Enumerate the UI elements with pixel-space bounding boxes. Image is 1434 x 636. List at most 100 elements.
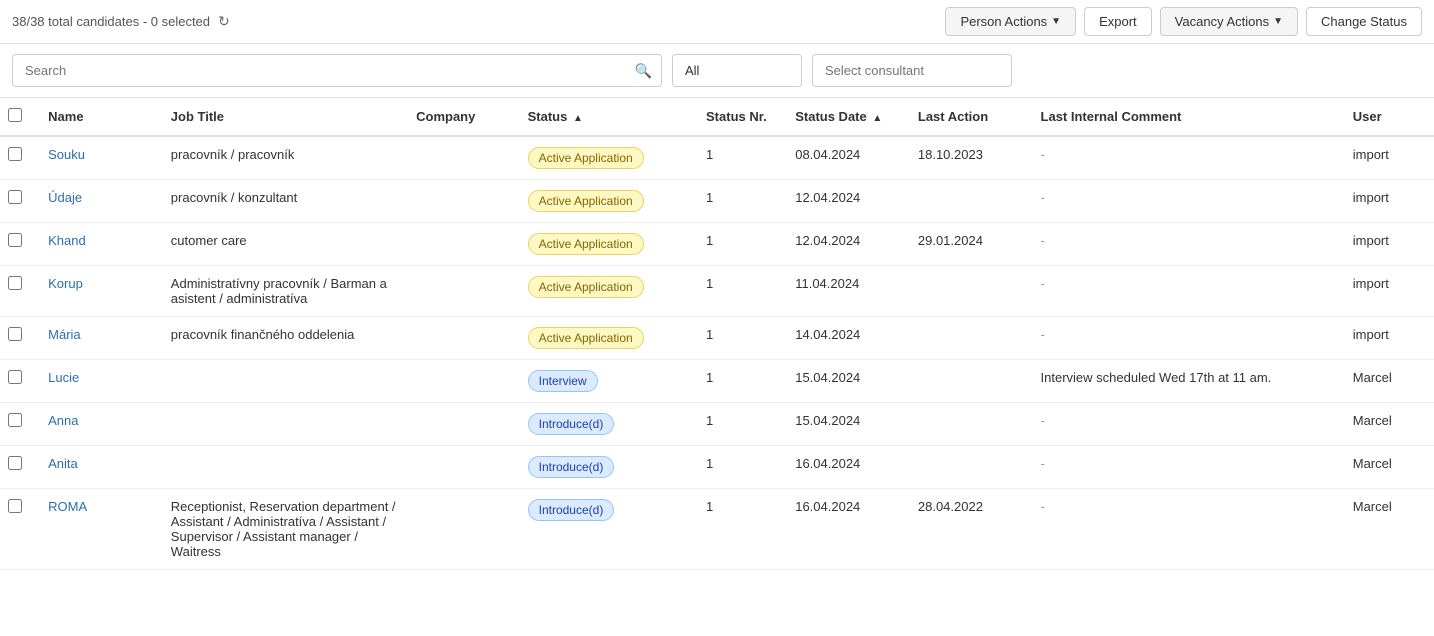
candidate-statusdate: 08.04.2024 (787, 136, 910, 180)
candidate-user: Marcel (1345, 360, 1434, 403)
candidate-company (408, 266, 520, 317)
search-wrapper: 🔍 (12, 54, 662, 87)
candidate-statusnr: 1 (698, 489, 787, 570)
table-row: AnnaIntroduce(d)115.04.2024-Marcel (0, 403, 1434, 446)
status-badge: Active Application (528, 190, 644, 212)
table-row: Souku pracovník / pracovník Active Applica… (0, 136, 1434, 180)
search-input[interactable] (12, 54, 662, 87)
candidate-jobtitle: Administratívny pracovník / Barman a asi… (163, 266, 408, 317)
row-checkbox[interactable] (8, 499, 22, 513)
candidate-name-link[interactable]: Anna (48, 413, 78, 428)
filter-all-input[interactable] (672, 54, 802, 87)
row-checkbox[interactable] (8, 327, 22, 341)
select-all-checkbox[interactable] (8, 108, 22, 122)
candidate-name-link[interactable]: Lucie (48, 370, 79, 385)
candidate-company (408, 223, 520, 266)
table-row: Korup Administratívny pracovník / Barman … (0, 266, 1434, 317)
candidate-statusnr: 1 (698, 223, 787, 266)
candidates-table-wrapper: Name Job Title Company Status ▲ Status N… (0, 98, 1434, 570)
candidate-statusnr: 1 (698, 266, 787, 317)
row-checkbox[interactable] (8, 276, 22, 290)
candidate-status: Interview (520, 360, 698, 403)
candidate-comment: - (1033, 266, 1345, 317)
candidate-statusdate: 16.04.2024 (787, 489, 910, 570)
row-checkbox[interactable] (8, 456, 22, 470)
candidate-statusdate: 15.04.2024 (787, 403, 910, 446)
header-name[interactable]: Name (40, 98, 163, 136)
status-badge: Active Application (528, 233, 644, 255)
sort-icon: ▲ (573, 113, 583, 124)
candidate-name-link[interactable]: Údaje (48, 190, 82, 205)
candidate-name-link[interactable]: Anita (48, 456, 78, 471)
candidate-jobtitle: Receptionist, Reservation department / A… (163, 489, 408, 570)
status-badge: Introduce(d) (528, 499, 615, 521)
candidate-statusdate: 15.04.2024 (787, 360, 910, 403)
candidate-statusdate: 12.04.2024 (787, 180, 910, 223)
candidate-user: Marcel (1345, 489, 1434, 570)
candidate-statusnr: 1 (698, 317, 787, 360)
candidate-company (408, 317, 520, 360)
header-jobtitle[interactable]: Job Title (163, 98, 408, 136)
candidate-jobtitle: cutomer care (163, 223, 408, 266)
header-status[interactable]: Status ▲ (520, 98, 698, 136)
chevron-down-icon: ▼ (1051, 16, 1061, 27)
top-bar: 38/38 total candidates - 0 selected ↻ Pe… (0, 0, 1434, 44)
candidate-comment: - (1033, 180, 1345, 223)
candidate-status: Active Application (520, 136, 698, 180)
header-company[interactable]: Company (408, 98, 520, 136)
status-badge: Introduce(d) (528, 413, 615, 435)
candidates-table: Name Job Title Company Status ▲ Status N… (0, 98, 1434, 570)
header-comment[interactable]: Last Internal Comment (1033, 98, 1345, 136)
row-checkbox[interactable] (8, 233, 22, 247)
table-row: LucieInterview115.04.2024Interview sched… (0, 360, 1434, 403)
candidate-lastaction (910, 446, 1033, 489)
consultant-filter-input[interactable] (812, 54, 1012, 87)
row-checkbox[interactable] (8, 190, 22, 204)
candidate-company (408, 489, 520, 570)
candidate-jobtitle: pracovník finančného oddelenia (163, 317, 408, 360)
change-status-button[interactable]: Change Status (1306, 7, 1422, 36)
candidate-lastaction: 28.04.2022 (910, 489, 1033, 570)
table-row: Khandcutomer careActive Application112.0… (0, 223, 1434, 266)
search-bar: 🔍 (0, 44, 1434, 98)
candidate-comment: - (1033, 403, 1345, 446)
candidate-name-link[interactable]: Mária (48, 327, 81, 342)
header-statusdate[interactable]: Status Date ▲ (787, 98, 910, 136)
refresh-icon[interactable]: ↻ (218, 13, 230, 30)
header-lastaction[interactable]: Last Action (910, 98, 1033, 136)
candidate-jobtitle (163, 403, 408, 446)
candidate-comment: - (1033, 446, 1345, 489)
row-checkbox[interactable] (8, 413, 22, 427)
export-button[interactable]: Export (1084, 7, 1152, 36)
dash: - (1041, 233, 1045, 248)
header-checkbox (0, 98, 40, 136)
candidate-user: import (1345, 266, 1434, 317)
header-statusnr[interactable]: Status Nr. (698, 98, 787, 136)
candidate-name-link[interactable]: Korup (48, 276, 83, 291)
person-actions-button[interactable]: Person Actions ▼ (945, 7, 1076, 36)
candidate-name-link[interactable]: ROMA (48, 499, 87, 514)
top-bar-right: Person Actions ▼ Export Vacancy Actions … (945, 7, 1422, 36)
candidate-name-link[interactable]: Khand (48, 233, 86, 248)
candidate-name-link[interactable]: Souku (48, 147, 85, 162)
chevron-down-icon: ▼ (1273, 16, 1283, 27)
candidate-jobtitle: pracovník / pracovník (163, 136, 408, 180)
status-badge: Active Application (528, 147, 644, 169)
table-row: AnitaIntroduce(d)116.04.2024-Marcel (0, 446, 1434, 489)
candidate-lastaction: 29.01.2024 (910, 223, 1033, 266)
candidate-status: Active Application (520, 317, 698, 360)
row-checkbox[interactable] (8, 370, 22, 384)
candidate-lastaction (910, 266, 1033, 317)
row-checkbox[interactable] (8, 147, 22, 161)
header-user[interactable]: User (1345, 98, 1434, 136)
candidate-statusnr: 1 (698, 180, 787, 223)
candidate-status: Active Application (520, 180, 698, 223)
dash: - (1041, 276, 1045, 291)
candidate-lastaction (910, 317, 1033, 360)
candidate-comment: - (1033, 136, 1345, 180)
dash: - (1041, 499, 1045, 514)
candidate-jobtitle: pracovník / konzultant (163, 180, 408, 223)
vacancy-actions-button[interactable]: Vacancy Actions ▼ (1160, 7, 1298, 36)
dash: - (1041, 190, 1045, 205)
top-bar-left: 38/38 total candidates - 0 selected ↻ (12, 13, 230, 30)
